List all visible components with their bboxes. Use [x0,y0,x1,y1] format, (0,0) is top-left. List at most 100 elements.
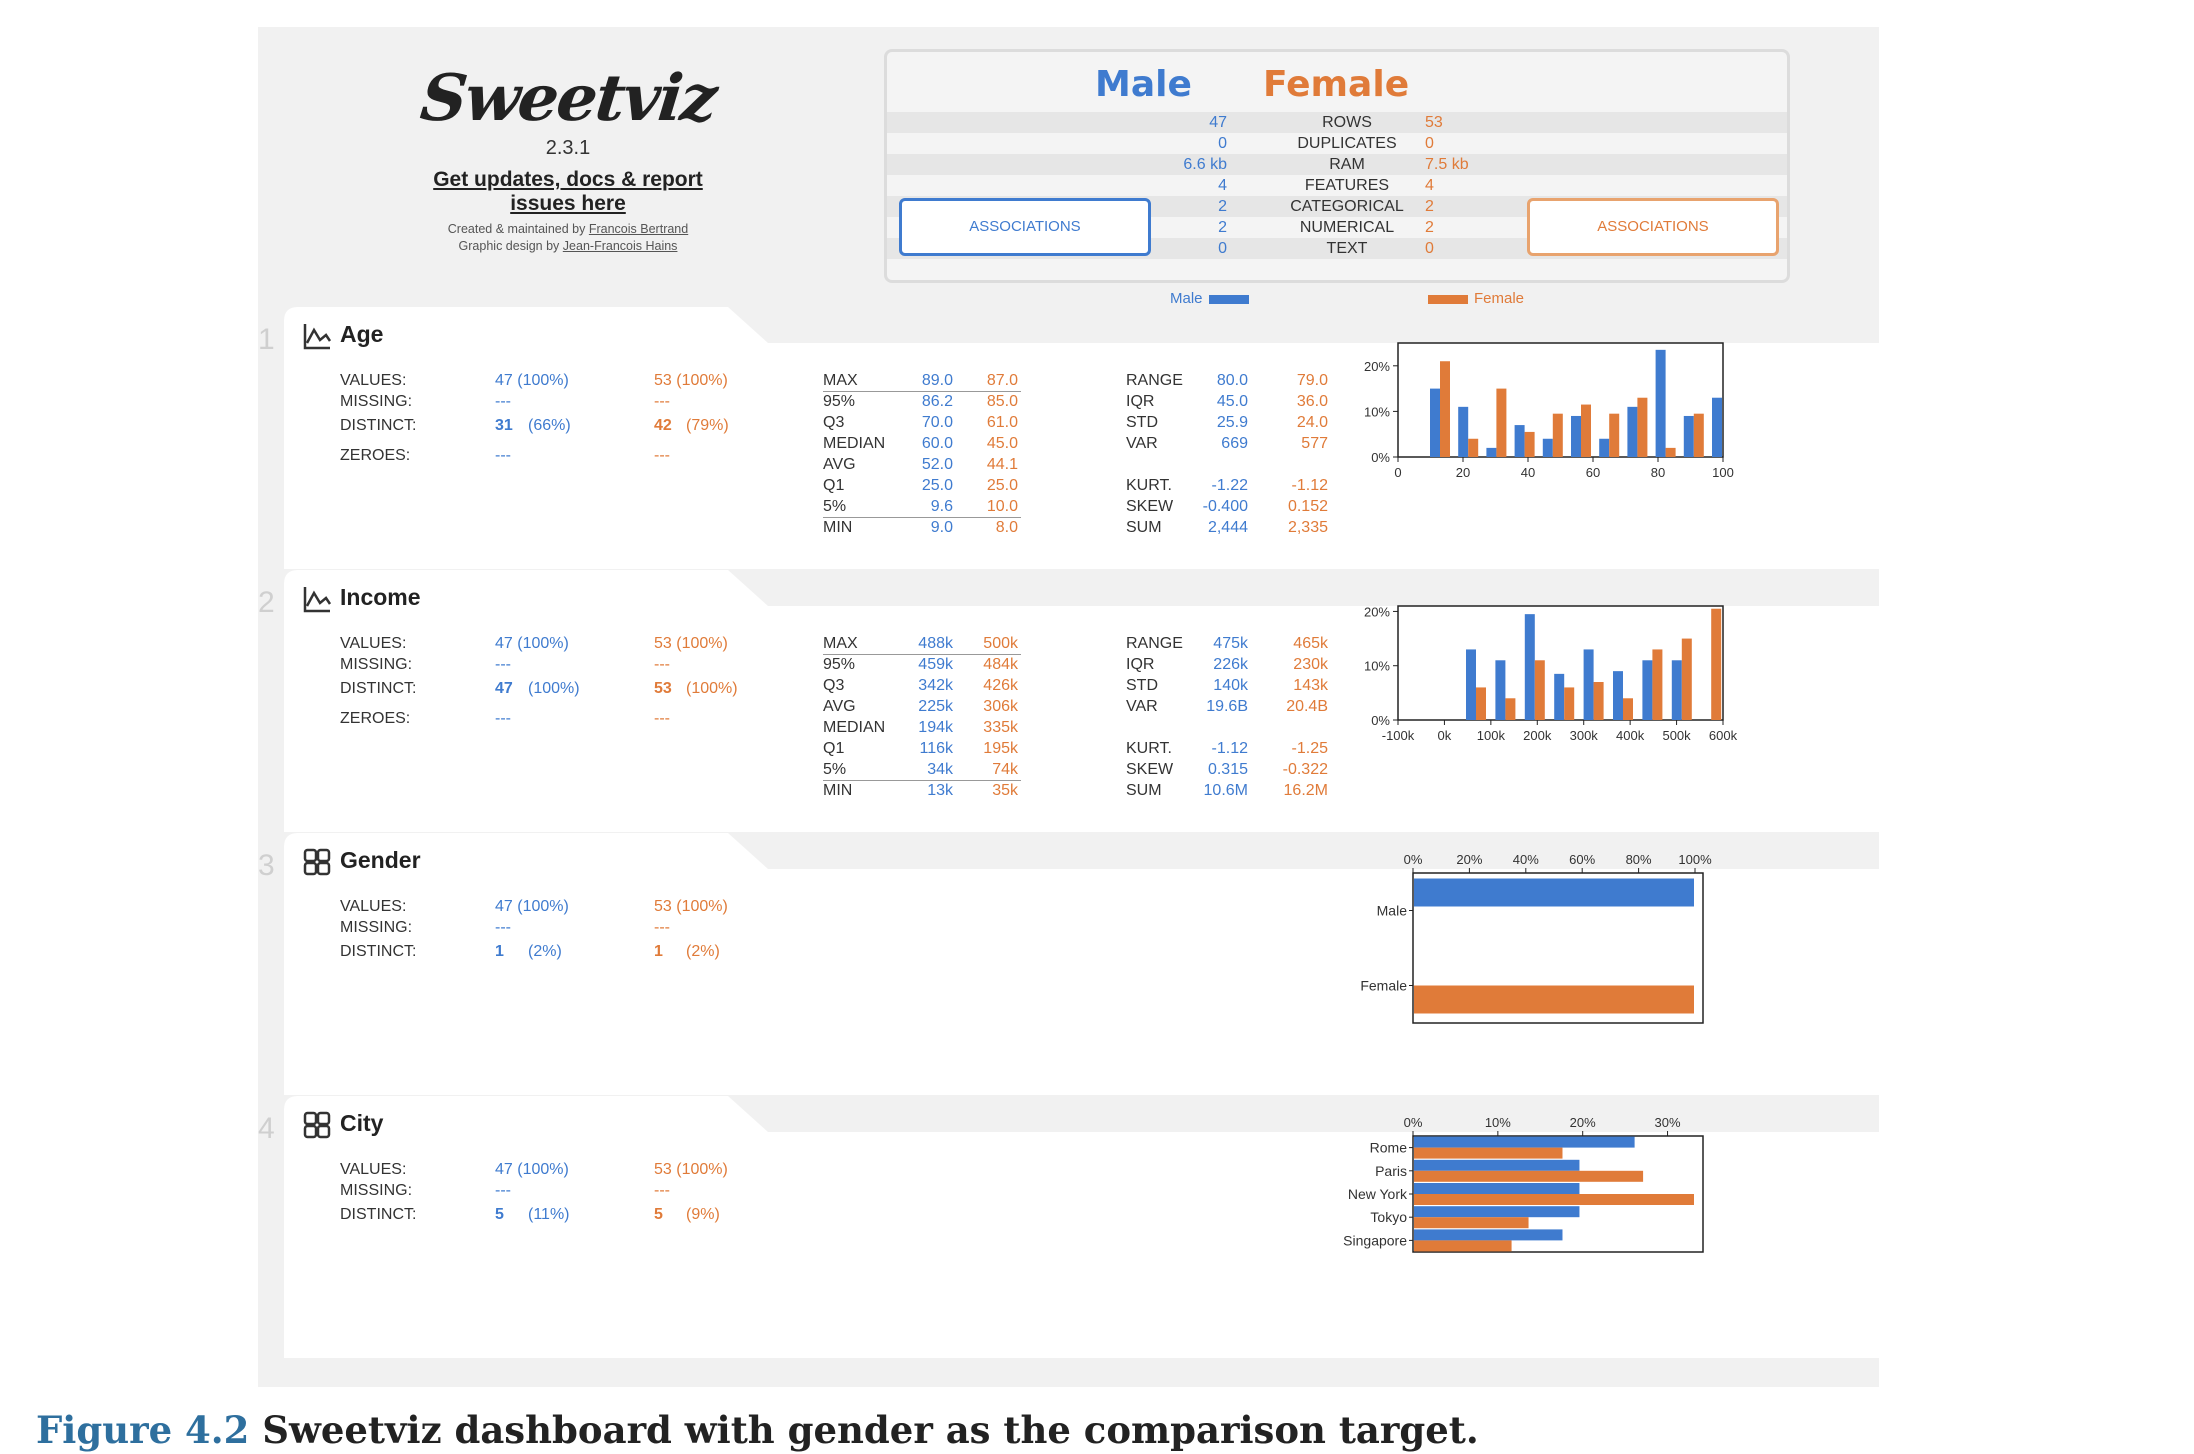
summary-female-value: 0 [1425,240,1434,257]
male-title: Male [1095,64,1192,105]
distinct-male-count: 5 [495,1206,504,1223]
bar-male [1671,660,1682,720]
legend-female-swatch [1428,294,1468,304]
values-label: VALUES: [340,1161,407,1178]
stat-male-value: 488k [918,635,953,652]
zeroes-male-value: --- [495,447,511,464]
x-tick-label: 40 [1521,465,1535,480]
distinct-female-count: 1 [654,943,663,960]
values-male-value: 47 (100%) [495,1161,569,1178]
stat-label: AVG [823,698,856,715]
bar-female [1414,1217,1529,1229]
missing-male-value: --- [495,919,511,936]
bar-male [1414,1229,1563,1241]
stat-female-value: -1.25 [1291,740,1328,757]
stat-male-value: -0.400 [1202,498,1248,515]
stat-label: 5% [823,761,847,778]
stat-label: 5% [823,498,847,515]
stat-female-value: 465k [1293,635,1328,652]
x-tick-label: 200k [1523,728,1552,743]
summary-row-label: RAM [1329,156,1365,173]
stat-label: IQR [1126,393,1155,410]
design-by-label: Graphic design by [458,239,560,253]
category-label: Female [1360,978,1407,994]
bar-female [1468,438,1479,457]
bar-male [1627,406,1638,457]
associations-button-male[interactable]: ASSOCIATIONS [899,198,1151,256]
distinct-label: DISTINCT: [340,1206,417,1223]
bar-female [1414,985,1694,1014]
author-link[interactable]: Francois Bertrand [589,222,688,236]
stat-label: MEDIAN [823,435,886,452]
category-label: Singapore [1343,1232,1407,1248]
x-tick-label: 20% [1456,852,1482,867]
stat-label: RANGE [1126,372,1183,389]
bar-male [1542,438,1553,457]
figure-number: Figure 4.2 [36,1408,250,1452]
stat-male-value: 89.0 [921,372,953,389]
summary-male-value: 4 [1218,177,1227,194]
stat-male-value: 80.0 [1216,372,1248,389]
bar-female [1414,1170,1644,1182]
zeroes-male-value: --- [495,710,511,727]
distinct-female-pct: (79%) [686,417,729,434]
distinct-male-count: 47 [495,680,513,697]
stat-female-value: 577 [1301,435,1328,452]
y-tick-label: 20% [1364,359,1390,374]
stat-female-value: 8.0 [995,519,1018,536]
designer-link[interactable]: Jean-Francois Hains [563,239,678,253]
stat-male-value: 9.0 [930,519,953,536]
stat-male-value: 25.9 [1216,414,1248,431]
x-tick-label: 600k [1709,728,1738,743]
values-label: VALUES: [340,898,407,915]
values-female-value: 53 (100%) [654,898,728,915]
stat-label: Q3 [823,677,845,694]
stat-label: SKEW [1126,761,1174,778]
section-number: 2 [258,586,275,619]
missing-label: MISSING: [340,656,413,673]
missing-female-value: --- [654,393,670,410]
female-title: Female [1263,64,1410,105]
stat-label: 95% [823,656,856,673]
stat-label: MIN [823,782,853,799]
stat-male-value: -1.12 [1211,740,1248,757]
stat-female-value: 426k [983,677,1018,694]
stat-label: KURT. [1126,740,1172,757]
bar-male [1414,1136,1635,1148]
x-tick-label: 0% [1404,852,1423,867]
summary-male-value: 0 [1218,240,1227,257]
values-label: VALUES: [340,372,407,389]
distinct-female-pct: (2%) [686,943,720,960]
x-tick-label: 80 [1651,465,1665,480]
stat-female-value: 79.0 [1296,372,1328,389]
distinct-label: DISTINCT: [340,943,417,960]
stat-female-value: 36.0 [1296,393,1328,410]
missing-female-value: --- [654,1182,670,1199]
stat-male-value: 669 [1221,435,1248,452]
stat-male-value: 70.0 [921,414,953,431]
stat-male-value: 45.0 [1216,393,1248,410]
updates-link[interactable]: Get updates, docs & report issues here [418,168,718,216]
stat-female-value: 500k [983,635,1018,652]
summary-female-value: 53 [1425,114,1443,131]
chart-income: 0% 10% 20% -100k 0k 100k 200k 300k 400k 500k 600k [1364,604,1738,743]
stat-male-value: 60.0 [921,435,953,452]
summary-male-value: 0 [1218,135,1227,152]
y-tick-label: 0% [1371,713,1390,728]
bar-female [1593,682,1604,720]
stat-male-value: 2,444 [1207,519,1248,536]
bar-male [1599,438,1610,457]
summary-male-value: 47 [1209,114,1227,131]
bar-female [1711,608,1722,720]
y-tick-label: 20% [1364,604,1390,619]
credits: Created & maintained by Francois Bertran… [418,221,718,255]
category-grid-icon [303,848,331,876]
associations-button-female[interactable]: ASSOCIATIONS [1527,198,1779,256]
version-label: 2.3.1 [545,137,591,159]
legend-male-swatch [1208,294,1249,304]
distinct-male-pct: (100%) [528,680,580,697]
stat-male-value: 140k [1213,677,1248,694]
stat-female-value: 484k [983,656,1018,673]
bar-female [1496,388,1507,457]
bar-male [1414,1183,1580,1194]
